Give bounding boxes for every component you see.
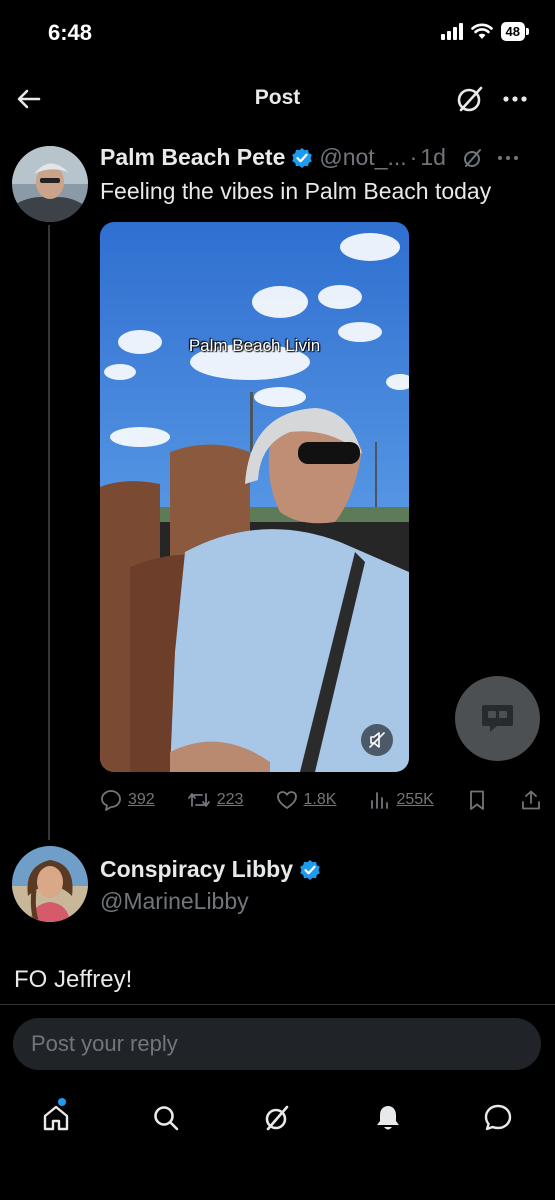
verified-icon [292,147,313,168]
status-icons: 48 [440,22,529,41]
reply-icon [101,790,121,811]
reply-input-placeholder: Post your reply [31,1031,178,1056]
bookmark-icon [469,790,484,810]
repost-button[interactable]: 223 [187,789,244,811]
home-icon [43,1105,69,1131]
battery-level: 48 [500,22,525,41]
tab-bar [0,1090,555,1146]
tweet-actions: 392 223 1.8K 255K [100,786,542,814]
signal-icon [440,23,463,40]
author-name[interactable]: Palm Beach Pete [100,144,285,171]
video-caption: Palm Beach Livin [188,336,321,355]
compose-button[interactable] [455,676,540,761]
like-icon [276,791,297,809]
reply-header: Conspiracy Libby [100,856,327,883]
grok-icon [265,1105,289,1131]
wifi-icon [470,23,493,39]
video-frame [100,222,409,772]
author-handle[interactable]: @not_... [319,144,406,171]
share-icon [522,790,540,810]
grok-icon[interactable] [454,83,486,115]
tab-messages[interactable] [470,1090,526,1146]
share-button[interactable] [520,789,542,811]
battery-icon: 48 [500,22,529,41]
mute-button[interactable] [361,724,393,756]
mute-icon [369,732,385,748]
notification-dot [58,1098,66,1106]
reply-input[interactable]: Post your reply [13,1018,541,1070]
repost-icon [187,793,210,807]
reply-author-handle[interactable]: @MarineLibby [100,888,249,915]
reply-count: 392 [128,791,155,808]
thread-line [48,225,50,840]
tweet-header: Palm Beach Pete @not_... · 1d [100,144,545,171]
tab-grok[interactable] [249,1090,305,1146]
tweet-video[interactable]: Palm Beach Livin [100,222,409,772]
reply-author-name[interactable]: Conspiracy Libby [100,856,293,883]
views-icon [371,792,389,809]
tab-home[interactable] [28,1090,84,1146]
like-count: 1.8K [303,791,337,808]
tweet-text: Feeling the vibes in Palm Beach today [100,178,492,204]
reply-text: FO Jeffrey! [14,966,133,993]
status-time: 6:48 [48,20,93,45]
compose-icon [482,705,513,732]
more-icon[interactable] [500,84,530,114]
time-separator: · [409,144,418,170]
like-button[interactable]: 1.8K [276,789,337,811]
tab-search[interactable] [138,1090,194,1146]
divider [0,1004,555,1005]
grok-icon[interactable] [462,147,484,169]
bookmark-button[interactable] [466,789,488,811]
more-icon[interactable] [496,147,520,169]
messages-icon [484,1104,512,1131]
notifications-icon [377,1106,399,1130]
tab-notifications[interactable] [360,1090,416,1146]
tweet-time[interactable]: 1d [420,144,446,171]
reply-author-avatar[interactable] [12,846,88,922]
search-icon [154,1106,179,1131]
views-count: 255K [396,791,434,808]
verified-icon [300,859,320,880]
author-avatar[interactable] [12,146,88,222]
reply-button[interactable]: 392 [100,789,155,811]
repost-count: 223 [216,791,244,808]
views-button[interactable]: 255K [368,789,434,811]
